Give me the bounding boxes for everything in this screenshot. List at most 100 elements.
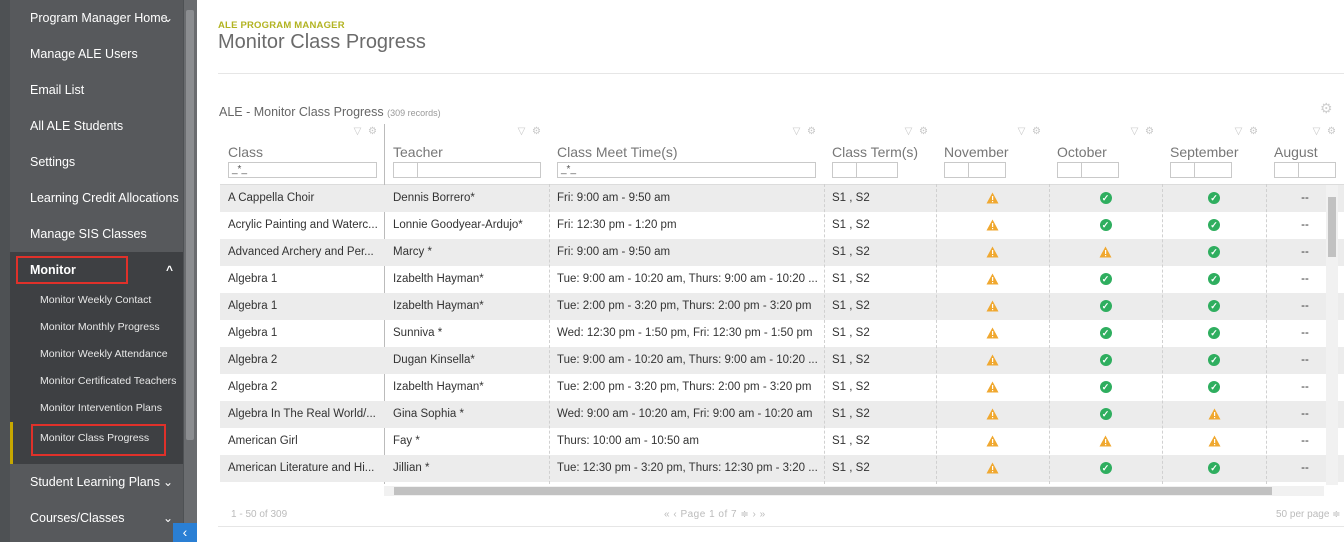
- sidebar-item-settings[interactable]: Settings: [10, 144, 183, 180]
- column-filter-input[interactable]: [832, 162, 898, 178]
- filter-operator[interactable]: [1278, 163, 1299, 177]
- sidebar-subitem-monitor-intervention-plans[interactable]: Monitor Intervention Plans: [10, 395, 183, 422]
- filter-icon[interactable]: ▽ ⚙: [905, 126, 930, 137]
- pager-range: 1 - 50 of 309: [231, 509, 288, 520]
- horizontal-scrollbar[interactable]: [384, 486, 1324, 496]
- sidebar-scrollbar[interactable]: [184, 0, 197, 542]
- filter-operator[interactable]: [836, 163, 857, 177]
- table-row[interactable]: American Girl Fay * Thurs: 10:00 am - 10:5…: [220, 428, 1344, 455]
- table-row[interactable]: Algebra 1 Izabelth Hayman* Tue: 2:00 pm - …: [220, 293, 1344, 320]
- sidebar-scroll-thumb[interactable]: [186, 10, 194, 440]
- warning-icon: [936, 293, 1049, 320]
- column-header-september[interactable]: ▽ ⚙ September: [1162, 124, 1266, 184]
- column-filter-input[interactable]: _*_: [557, 162, 816, 178]
- filter-icon[interactable]: ▽ ⚙: [1018, 126, 1043, 137]
- table-row[interactable]: Algebra 2 Izabelth Hayman* Tue: 2:00 pm - …: [220, 374, 1344, 401]
- sidebar-subitem-label: Monitor Certificated Teachers: [40, 375, 177, 387]
- filter-icon[interactable]: ▽ ⚙: [518, 126, 543, 137]
- vertical-scroll-thumb[interactable]: [1328, 197, 1336, 257]
- column-header-october[interactable]: ▽ ⚙ October: [1049, 124, 1162, 184]
- sidebar-item-label: Settings: [30, 155, 76, 169]
- filter-icon[interactable]: ▽ ⚙: [354, 126, 379, 137]
- column-divider: [936, 184, 937, 484]
- filter-icon[interactable]: ▽ ⚙: [1131, 126, 1156, 137]
- check-icon: ✓: [1049, 320, 1162, 347]
- sidebar-subitem-monitor-certificated-teachers[interactable]: Monitor Certificated Teachers: [10, 368, 183, 395]
- page-title: Monitor Class Progress: [218, 31, 426, 53]
- table-row[interactable]: Algebra In The Real World/... Gina Sophia…: [220, 401, 1344, 428]
- sidebar-item-all-ale-students[interactable]: All ALE Students: [10, 108, 183, 144]
- sidebar-item-label: Program Manager Home: [30, 11, 168, 25]
- column-filter-input[interactable]: _*_: [228, 162, 377, 178]
- column-header-label: August: [1274, 144, 1318, 160]
- pager-controls[interactable]: « ‹ Page 1 of 7 ≑ › »: [664, 509, 766, 520]
- column-filter-input[interactable]: [1170, 162, 1232, 178]
- cell-class: Advanced Archery and Per...: [228, 246, 374, 258]
- table-row[interactable]: Algebra 1 Sunniva * Wed: 12:30 pm - 1:50 p…: [220, 320, 1344, 347]
- filter-icon[interactable]: ▽ ⚙: [793, 126, 818, 137]
- warning-icon: [936, 401, 1049, 428]
- sidebar-subitem-monitor-weekly-contact[interactable]: Monitor Weekly Contact: [10, 287, 183, 314]
- cell-teacher: Fay *: [393, 435, 420, 447]
- check-icon: ✓: [1049, 455, 1162, 482]
- cell-class-terms: S1 , S2: [832, 192, 870, 204]
- sidebar-item-manage-sis-classes[interactable]: Manage SIS Classes: [10, 216, 183, 252]
- cell-class: Algebra 2: [228, 354, 278, 366]
- warning-icon: [936, 239, 1049, 266]
- column-header-teacher[interactable]: ▽ ⚙ Teacher: [385, 124, 549, 184]
- filter-operator[interactable]: [948, 163, 969, 177]
- warning-icon: [936, 185, 1049, 212]
- vertical-scrollbar[interactable]: [1326, 185, 1338, 485]
- sidebar-item-email-list[interactable]: Email List: [10, 72, 183, 108]
- column-filter-input[interactable]: [393, 162, 541, 178]
- filter-operator[interactable]: [1061, 163, 1082, 177]
- per-page-select[interactable]: 50 per page ≑: [1276, 509, 1341, 520]
- warning-icon: [936, 266, 1049, 293]
- sidebar-collapse-button[interactable]: ‹: [173, 523, 197, 542]
- sidebar-item-learning-credit-allocations[interactable]: Learning Credit Allocations: [10, 180, 183, 216]
- gear-icon[interactable]: ⚙: [1320, 100, 1333, 117]
- filter-operator[interactable]: [1174, 163, 1195, 177]
- cell-teacher: Lonnie Goodyear-Ardujo*: [393, 219, 523, 231]
- warning-icon: [936, 320, 1049, 347]
- column-divider: [824, 184, 825, 484]
- table-row[interactable]: Acrylic Painting and Waterc... Lonnie Goo…: [220, 212, 1344, 239]
- column-header-label: Class: [228, 144, 264, 160]
- column-header-november[interactable]: ▽ ⚙ November: [936, 124, 1049, 184]
- table-row[interactable]: Advanced Archery and Per... Marcy * Fri: 9…: [220, 239, 1344, 266]
- filter-operator[interactable]: [397, 163, 418, 177]
- filter-operator[interactable]: _*_: [561, 164, 576, 175]
- cell-class-terms: S1 , S2: [832, 435, 870, 447]
- column-divider: [1049, 184, 1050, 484]
- column-header-class[interactable]: ▽ ⚙ Class _*_: [220, 124, 385, 184]
- filter-icon[interactable]: ▽ ⚙: [1313, 126, 1338, 137]
- filter-icon[interactable]: ▽ ⚙: [1235, 126, 1260, 137]
- filter-operator[interactable]: _*_: [232, 164, 247, 175]
- column-header-class-terms[interactable]: ▽ ⚙ Class Term(s): [824, 124, 936, 184]
- sidebar-item-courses-classes[interactable]: Courses/Classes ⌄: [10, 500, 183, 536]
- page-kicker: ALE PROGRAM MANAGER: [218, 20, 345, 31]
- column-header-class-meet-times[interactable]: ▽ ⚙ Class Meet Time(s) _*_: [549, 124, 824, 184]
- table-row[interactable]: American Literature and Hi... Jillian * Tu…: [220, 455, 1344, 482]
- sidebar-item-program-manager-home[interactable]: Program Manager Home ⌄: [10, 0, 183, 36]
- column-filter-input[interactable]: [944, 162, 1006, 178]
- table-row[interactable]: Algebra 1 Izabelth Hayman* Tue: 9:00 am - …: [220, 266, 1344, 293]
- sidebar-subitem-monitor-monthly-progress[interactable]: Monitor Monthly Progress: [10, 314, 183, 341]
- sidebar-item-monitor[interactable]: Monitor ^: [10, 252, 183, 288]
- horizontal-scroll-thumb[interactable]: [394, 487, 1272, 495]
- sidebar-item-student-learning-plans[interactable]: Student Learning Plans ⌄: [10, 464, 183, 500]
- sidebar-subitem-monitor-class-progress[interactable]: Monitor Class Progress: [10, 422, 183, 464]
- column-filter-input[interactable]: [1057, 162, 1119, 178]
- cell-class-meet-times: Tue: 2:00 pm - 3:20 pm, Thurs: 2:00 pm -…: [557, 300, 812, 312]
- sidebar-subitem-monitor-weekly-attendance[interactable]: Monitor Weekly Attendance: [10, 341, 183, 368]
- table-row[interactable]: A Cappella Choir Dennis Borrero* Fri: 9:00…: [220, 185, 1344, 212]
- column-filter-input[interactable]: [1274, 162, 1336, 178]
- column-header-august[interactable]: ▽ ⚙ August: [1266, 124, 1344, 184]
- check-icon: ✓: [1162, 239, 1266, 266]
- check-icon: ✓: [1162, 347, 1266, 374]
- cell-class-terms: S1 , S2: [832, 462, 870, 474]
- sidebar-item-manage-ale-users[interactable]: Manage ALE Users: [10, 36, 183, 72]
- table-row[interactable]: Algebra 2 Dugan Kinsella* Tue: 9:00 am - 1…: [220, 347, 1344, 374]
- cell-class-terms: S1 , S2: [832, 327, 870, 339]
- cell-class-terms: S1 , S2: [832, 408, 870, 420]
